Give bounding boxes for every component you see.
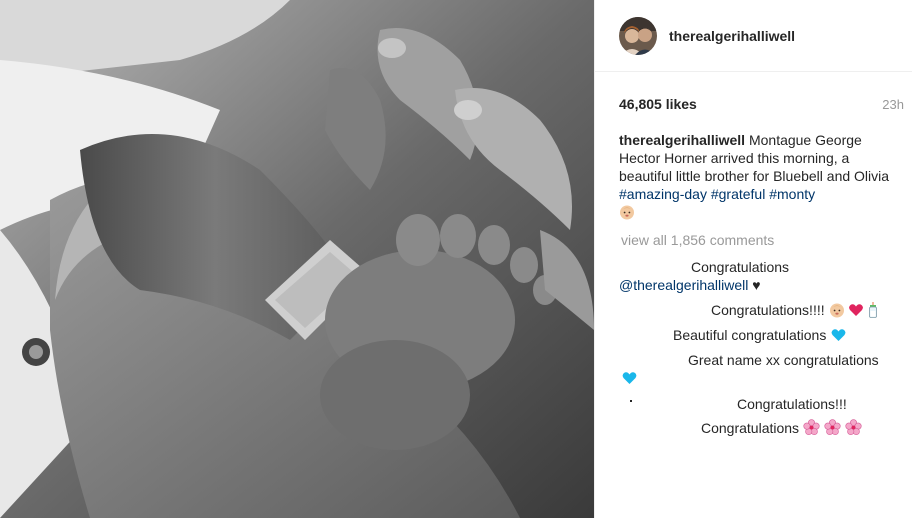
mention-link[interactable]: @therealgerihalliwell: [619, 277, 748, 293]
likes-count[interactable]: 46,805 likes: [619, 96, 697, 112]
hashtag-amazing-day[interactable]: #amazing-day: [619, 186, 707, 202]
comment-congratulations-emoji: Congratulations!!!!: [711, 301, 878, 319]
newborn-foot-photo: [0, 0, 594, 518]
caption-username[interactable]: therealgerihalliwell: [619, 132, 745, 148]
post-caption: therealgerihalliwell Montague George Hec…: [619, 131, 898, 221]
cherry-blossom-emoji-icon: [803, 419, 820, 436]
cherry-blossom-emoji-icon: [845, 419, 862, 436]
post-photo[interactable]: [0, 0, 594, 518]
post-header: therealgerihalliwell: [595, 0, 912, 72]
comment-mention: @therealgerihalliwell ♥: [619, 276, 761, 294]
hashtag-grateful[interactable]: #grateful: [711, 186, 765, 202]
comment-great-name: Great name xx congratulations: [688, 351, 879, 369]
comment-text: Congratulations: [691, 259, 790, 275]
comment-great-name-emoji: [621, 369, 638, 387]
comment-text: Great name xx congratulations: [688, 352, 879, 368]
post-timestamp[interactable]: 23h: [882, 97, 904, 112]
view-all-comments-link[interactable]: view all 1,856 comments: [621, 232, 774, 248]
baby-emoji-icon: [620, 205, 634, 220]
comment-text: Congratulations: [701, 420, 800, 436]
post-side-panel: therealgerihalliwell 46,805 likes 23h th…: [594, 0, 912, 518]
baby-emoji-icon: [829, 303, 844, 318]
red-heart-emoji-icon: [849, 304, 864, 316]
heart-suit-icon: ♥: [752, 277, 761, 293]
comment-dot: [630, 400, 632, 402]
blue-heart-emoji-icon: [622, 372, 637, 384]
profile-photo-icon: [619, 16, 657, 55]
comment-beautiful-congratulations: Beautiful congratulations: [673, 326, 847, 344]
post-username[interactable]: therealgerihalliwell: [669, 28, 795, 44]
cherry-blossom-emoji-icon: [824, 419, 841, 436]
comment-text: Beautiful congratulations: [673, 327, 827, 343]
post-stats: 46,805 likes 23h: [619, 95, 904, 113]
hashtag-monty[interactable]: #monty: [769, 186, 815, 202]
comment-congratulations: Congratulations: [691, 258, 789, 276]
baby-bottle-emoji-icon: [869, 302, 878, 318]
comment-congratulations-blossoms: Congratulations: [701, 419, 862, 437]
comment-text: Congratulations!!!!: [711, 302, 825, 318]
comment-text: Congratulations!!!: [737, 396, 847, 412]
comment-congratulations-exclaim: Congratulations!!!: [737, 395, 847, 413]
blue-heart-emoji-icon: [831, 329, 846, 341]
avatar[interactable]: [619, 16, 657, 55]
